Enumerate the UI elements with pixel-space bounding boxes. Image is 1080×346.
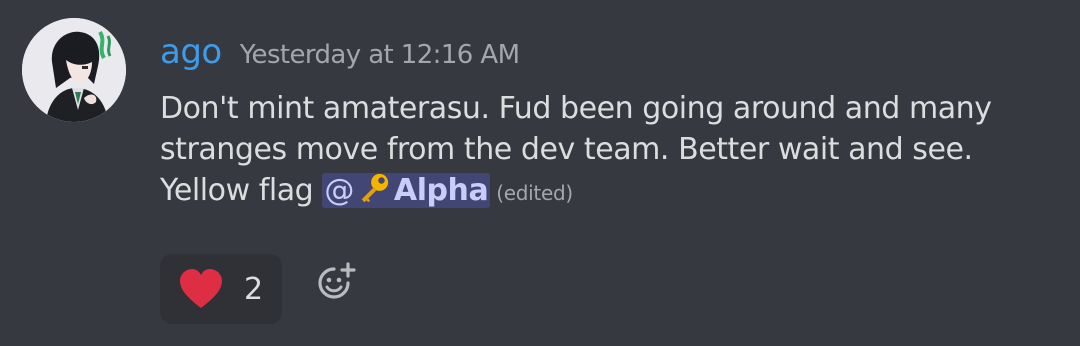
message-timestamp[interactable]: Yesterday at 12:16 AM <box>240 40 520 70</box>
key-emoji-icon <box>361 173 389 203</box>
reaction-count: 2 <box>244 271 264 307</box>
edited-label: (edited) <box>496 181 573 205</box>
chat-message: ago Yesterday at 12:16 AM Don't mint ama… <box>0 0 1080 346</box>
role-mention[interactable]: @ Alpha <box>322 173 491 208</box>
message-line: Don't mint amaterasu. Fud been going aro… <box>160 91 992 126</box>
message-content: Don't mint amaterasu. Fud been going aro… <box>160 88 1060 214</box>
message-line-text: Yellow flag <box>160 173 323 208</box>
message-line: stranges move from the dev team. Better … <box>160 132 973 167</box>
heart-emoji-icon <box>180 269 222 308</box>
heart-reaction-button[interactable]: 2 <box>160 254 282 324</box>
mention-name: Alpha <box>393 173 489 208</box>
user-avatar[interactable] <box>22 18 126 122</box>
message-line: Yellow flag @ Alpha (edited) <box>160 170 1060 214</box>
add-reaction-icon[interactable] <box>314 261 358 305</box>
mention-at-symbol: @ <box>324 173 354 208</box>
message-header: ago Yesterday at 12:16 AM <box>160 32 520 76</box>
username[interactable]: ago <box>160 32 222 72</box>
reactions-bar: 2 <box>160 254 358 324</box>
avatar-illustration-icon <box>22 18 126 122</box>
